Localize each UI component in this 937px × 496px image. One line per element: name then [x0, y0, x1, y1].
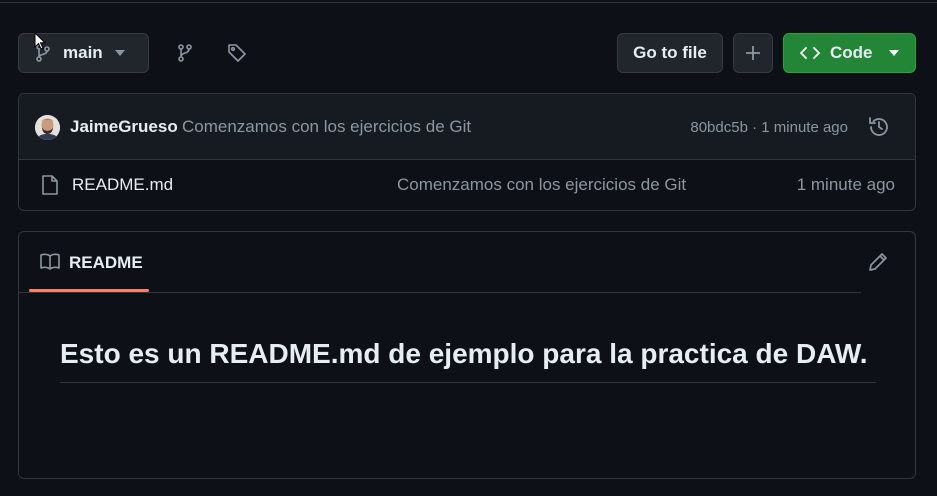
- file-icon: [42, 175, 58, 195]
- go-to-file-label: Go to file: [633, 43, 707, 62]
- file-commit-time: 1 minute ago: [796, 175, 895, 194]
- plus-icon: [746, 46, 760, 60]
- branch-name: main: [63, 43, 103, 62]
- readme-header-divider: [19, 292, 861, 293]
- commit-hash-time[interactable]: 80bdc5b · 1 minute ago: [690, 119, 848, 136]
- tags-link[interactable]: [225, 41, 249, 65]
- chevron-down-icon: [888, 50, 899, 56]
- top-divider: [0, 0, 937, 3]
- code-label: Code: [830, 43, 873, 62]
- pencil-icon[interactable]: [867, 251, 889, 273]
- add-file-button[interactable]: [733, 33, 773, 73]
- tag-icon: [228, 44, 246, 62]
- latest-commit-bar: JaimeGrueso Comenzamos con los ejercicio…: [19, 94, 915, 160]
- commit-author-link[interactable]: JaimeGrueso: [70, 117, 178, 137]
- file-browser: JaimeGrueso Comenzamos con los ejercicio…: [18, 93, 916, 211]
- history-icon[interactable]: [867, 115, 891, 139]
- repo-toolbar: main Go to file Code: [18, 33, 916, 73]
- tab-readme[interactable]: README: [29, 232, 149, 293]
- code-button[interactable]: Code: [783, 33, 916, 73]
- file-commit-message-link[interactable]: Comenzamos con los ejercicios de Git: [397, 175, 686, 195]
- readme-panel: README Esto es un README.md de ejemplo p…: [18, 231, 916, 479]
- avatar[interactable]: [35, 115, 60, 140]
- go-to-file-button[interactable]: Go to file: [617, 33, 723, 73]
- book-icon: [40, 253, 60, 270]
- readme-heading: Esto es un README.md de ejemplo para la …: [60, 335, 876, 383]
- readme-header: README: [19, 232, 915, 293]
- file-name-link[interactable]: README.md: [72, 175, 173, 195]
- chevron-down-icon: [114, 50, 125, 56]
- code-icon: [800, 47, 820, 59]
- avatar-image: [35, 115, 60, 140]
- readme-content: Esto es un README.md de ejemplo para la …: [60, 335, 876, 383]
- commit-message-link[interactable]: Comenzamos con los ejercicios de Git: [182, 117, 471, 137]
- tab-readme-label: README: [69, 253, 143, 272]
- mouse-cursor-icon: [34, 32, 46, 50]
- branches-link[interactable]: [173, 41, 197, 65]
- git-branch-icon: [178, 44, 192, 62]
